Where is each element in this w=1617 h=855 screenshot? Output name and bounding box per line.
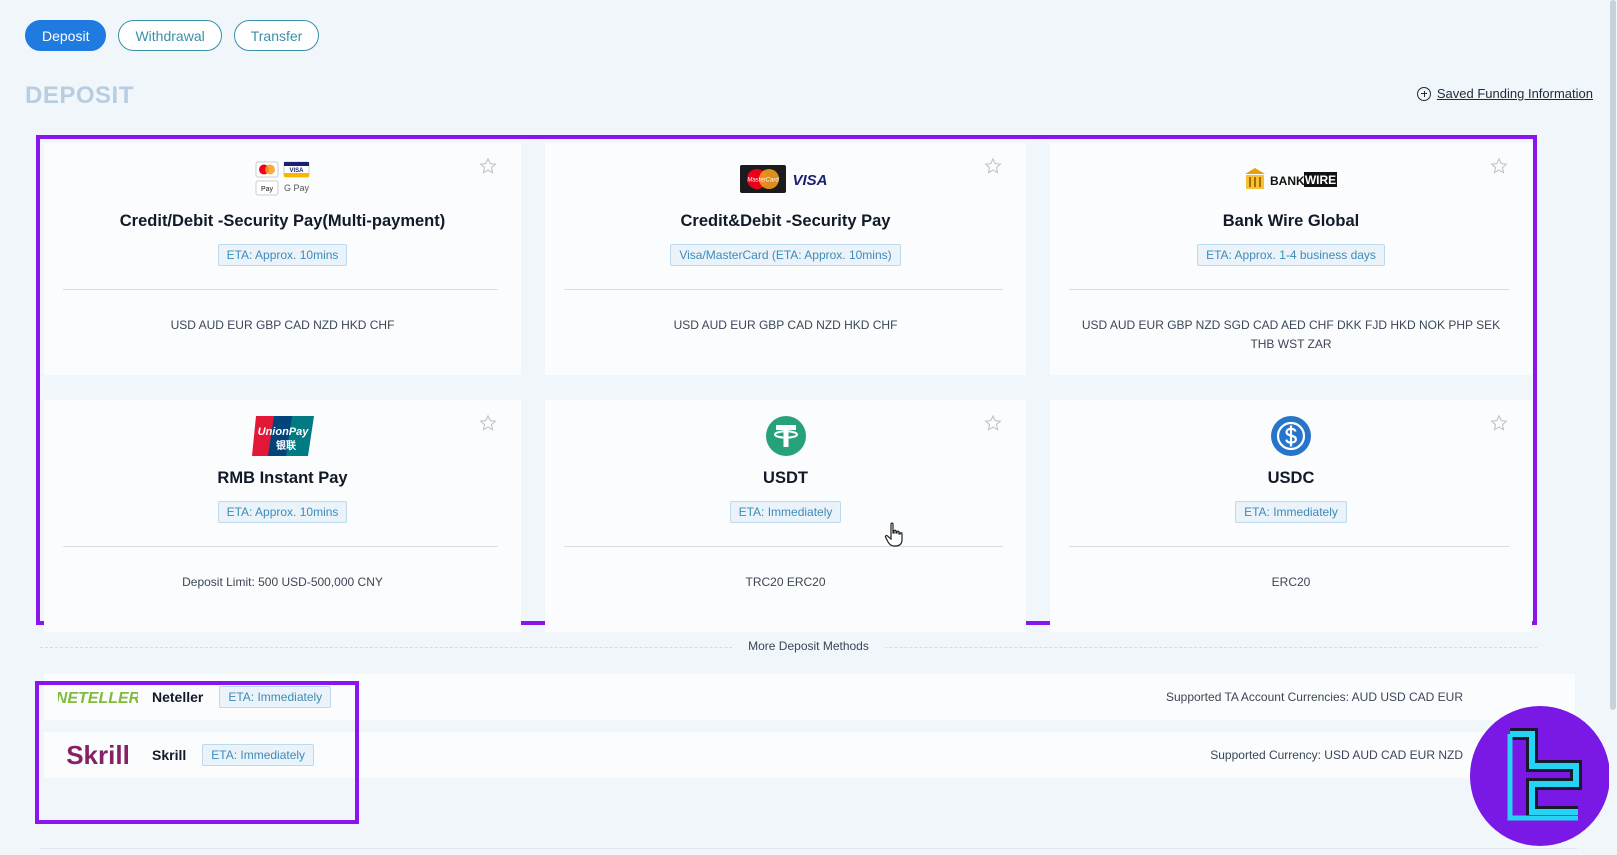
divider bbox=[564, 289, 1003, 290]
svg-text:UnionPay: UnionPay bbox=[257, 426, 309, 438]
method-name: Bank Wire Global bbox=[1222, 212, 1360, 230]
eta-badge: Visa/MasterCard (ETA: Approx. 10mins) bbox=[670, 244, 901, 266]
multi-payment-logo-icon: VISA Pay G Pay bbox=[255, 161, 309, 196]
divider bbox=[1069, 546, 1509, 547]
divider bbox=[564, 546, 1003, 547]
highlight-frame-more-methods bbox=[35, 681, 359, 824]
svg-text:MasterCard: MasterCard bbox=[747, 178, 779, 184]
scrollbar[interactable] bbox=[1609, 0, 1617, 855]
method-name: RMB Instant Pay bbox=[217, 469, 348, 487]
usdc-logo-icon bbox=[1271, 416, 1311, 456]
eta-badge: ETA: Approx. 10mins bbox=[217, 244, 348, 266]
add-circle-icon bbox=[1416, 86, 1431, 101]
supported-currencies: Supported TA Account Currencies: AUD USD… bbox=[1165, 690, 1463, 704]
supported-networks: TRC20 ERC20 bbox=[745, 575, 826, 589]
eta-badge: ETA: Immediately bbox=[729, 501, 842, 523]
funding-tabs: Deposit Withdrawal Transfer bbox=[25, 20, 320, 51]
tab-transfer[interactable]: Transfer bbox=[233, 20, 320, 51]
deposit-card-multi-payment[interactable]: VISA Pay G Pay Credit/Debit -Security Pa… bbox=[44, 143, 521, 375]
svg-text:BANK: BANK bbox=[1270, 174, 1305, 188]
page-title: DEPOSIT bbox=[25, 82, 134, 109]
deposit-card-bank-wire[interactable]: BANK WIRE Bank Wire Global ETA: Approx. … bbox=[1050, 143, 1532, 375]
tab-withdrawal[interactable]: Withdrawal bbox=[118, 20, 222, 51]
deposit-card-usdt[interactable]: USDT ETA: Immediately TRC20 ERC20 bbox=[545, 400, 1026, 632]
method-name: USDT bbox=[763, 469, 808, 487]
svg-text:银联: 银联 bbox=[276, 439, 296, 452]
supported-currencies: USD AUD EUR GBP CAD NZD HKD CHF bbox=[170, 318, 395, 332]
scrollbar-thumb[interactable] bbox=[1610, 0, 1616, 710]
watermark-logo-icon bbox=[1470, 706, 1610, 846]
deposit-card-rmb-instant-pay[interactable]: UnionPay 银联 RMB Instant Pay ETA: Approx.… bbox=[44, 400, 521, 632]
deposit-methods-grid: VISA Pay G Pay Credit/Debit -Security Pa… bbox=[44, 143, 1532, 632]
bankwire-logo-icon: BANK WIRE bbox=[1245, 168, 1337, 189]
svg-text:VISA: VISA bbox=[792, 172, 827, 189]
method-name: USDC bbox=[1267, 469, 1315, 487]
eta-badge: ETA: Approx. 10mins bbox=[217, 501, 348, 523]
method-name: Credit&Debit -Security Pay bbox=[680, 212, 891, 230]
method-name: Credit/Debit -Security Pay(Multi-payment… bbox=[119, 212, 446, 230]
eta-badge: ETA: Approx. 1-4 business days bbox=[1197, 244, 1385, 266]
supported-currencies: Supported Currency: USD AUD CAD EUR NZD bbox=[1210, 748, 1463, 762]
saved-funding-information-link[interactable]: Saved Funding Information bbox=[1416, 86, 1593, 101]
svg-text:WIRE: WIRE bbox=[1305, 173, 1336, 187]
unionpay-logo-icon: UnionPay 银联 bbox=[251, 416, 314, 456]
saved-funding-label: Saved Funding Information bbox=[1436, 86, 1593, 101]
deposit-card-security-pay[interactable]: MasterCard VISA Credit&Debit -Security P… bbox=[545, 143, 1026, 375]
supported-currencies: USD AUD EUR GBP NZD SGD CAD AED CHF DKK … bbox=[1081, 318, 1501, 351]
divider bbox=[1069, 289, 1509, 290]
mastercard-visa-logo-icon: MasterCard VISA bbox=[739, 165, 827, 193]
supported-currencies: USD AUD EUR GBP CAD NZD HKD CHF bbox=[673, 318, 898, 332]
svg-text:Pay: Pay bbox=[260, 186, 273, 193]
tether-logo-icon bbox=[765, 416, 806, 456]
divider bbox=[63, 289, 498, 290]
deposit-card-usdc[interactable]: USDC ETA: Immediately ERC20 bbox=[1050, 400, 1532, 632]
divider bbox=[63, 546, 498, 547]
deposit-limit: Deposit Limit: 500 USD-500,000 CNY bbox=[182, 575, 383, 589]
hand-pointer-icon bbox=[884, 522, 903, 547]
eta-badge: ETA: Immediately bbox=[1235, 501, 1347, 523]
tab-deposit[interactable]: Deposit bbox=[25, 20, 107, 51]
more-deposit-methods-label: More Deposit Methods bbox=[0, 639, 1617, 653]
bottom-divider bbox=[40, 848, 1577, 849]
svg-text:G Pay: G Pay bbox=[283, 183, 309, 193]
svg-text:VISA: VISA bbox=[289, 168, 304, 174]
supported-networks: ERC20 bbox=[1271, 575, 1311, 589]
